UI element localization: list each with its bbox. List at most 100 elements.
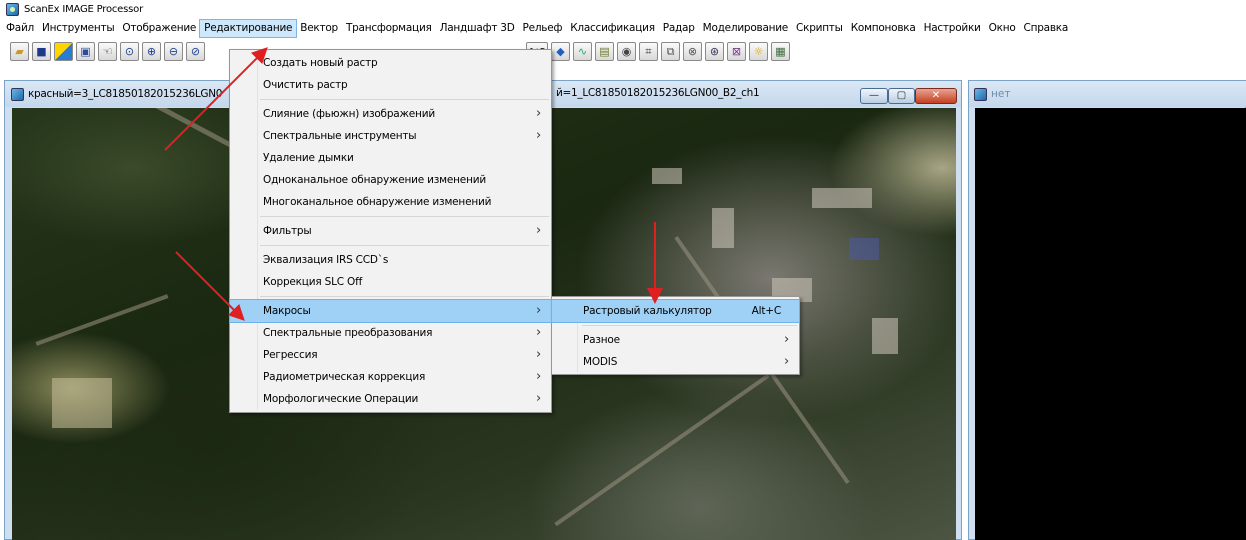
open-folder-icon[interactable]: ▰ bbox=[10, 41, 29, 61]
window-icon[interactable]: ▣ bbox=[76, 41, 95, 61]
menu-6[interactable]: Ландшафт 3D bbox=[436, 20, 519, 37]
edit-menu-item-14[interactable]: Макросы › bbox=[229, 299, 552, 323]
road-feature bbox=[554, 373, 770, 527]
scanex-logo-icon bbox=[6, 2, 19, 16]
secondary-view-canvas[interactable] bbox=[975, 108, 1246, 540]
minimize-button[interactable]: — bbox=[860, 88, 888, 104]
edit-menu-item-15[interactable]: Спектральные преобразования › bbox=[230, 322, 551, 344]
grid-icon[interactable]: ⌗ bbox=[639, 41, 658, 61]
macros-menu-item-2[interactable]: Разное › bbox=[552, 329, 799, 351]
macros-menu-item-0[interactable]: Растровый калькулятор Alt+C bbox=[551, 299, 800, 323]
chevron-right-icon: › bbox=[536, 223, 541, 238]
edit-menu-item-label: Регрессия bbox=[263, 349, 318, 361]
secondary-view-title: нет bbox=[991, 88, 1011, 100]
menu-13[interactable]: Настройки bbox=[920, 20, 985, 37]
menu-11[interactable]: Скрипты bbox=[792, 20, 847, 37]
menu-separator bbox=[260, 99, 549, 100]
shortcut-label: Alt+C bbox=[751, 305, 782, 317]
edit-menu-item-6[interactable]: Одноканальное обнаружение изменений bbox=[230, 169, 551, 191]
field-feature bbox=[52, 378, 112, 428]
edit-menu-item-label: Эквализация IRS CCD`s bbox=[263, 254, 389, 266]
menu-9[interactable]: Радар bbox=[659, 20, 699, 37]
edit-menu-item-label: Фильтры bbox=[263, 225, 312, 237]
macros-submenu: Растровый калькулятор Alt+C Разное › MODIS › bbox=[551, 296, 800, 375]
menu-0[interactable]: Файл bbox=[2, 20, 38, 37]
edit-menu-item-label: Макросы bbox=[263, 305, 311, 317]
menu-8[interactable]: Классификация bbox=[566, 20, 659, 37]
menu-separator bbox=[582, 325, 797, 326]
macros-menu-item-3[interactable]: MODIS › bbox=[552, 351, 799, 373]
edit-menu-item-label: Удаление дымки bbox=[263, 152, 354, 164]
zoom-target-icon[interactable]: ⊛ bbox=[705, 41, 724, 61]
zoom-partial-icon[interactable]: ⊘ bbox=[186, 41, 205, 61]
vector-edit-icon[interactable]: ◆ bbox=[551, 41, 570, 61]
menu-separator bbox=[260, 245, 549, 246]
spreadsheet-icon[interactable]: ▦ bbox=[771, 41, 790, 61]
menu-12[interactable]: Компоновка bbox=[847, 20, 920, 37]
menu-10[interactable]: Моделирование bbox=[699, 20, 792, 37]
profile-icon[interactable]: ∿ bbox=[573, 41, 592, 61]
secondary-view-titlebar: нет bbox=[969, 81, 1246, 107]
edit-menu-item-17[interactable]: Радиометрическая коррекция › bbox=[230, 366, 551, 388]
edit-menu-item-label: Создать новый растр bbox=[263, 57, 378, 69]
secondary-view-window: нет bbox=[968, 80, 1246, 540]
app-titlebar: ScanEx IMAGE Processor bbox=[0, 0, 1246, 18]
pan-hand-icon[interactable]: ☜ bbox=[98, 41, 117, 61]
save-icon[interactable]: ■ bbox=[32, 41, 51, 61]
edit-menu-item-3[interactable]: Слияние (фьюжн) изображений › bbox=[230, 103, 551, 125]
edit-menu-item-5[interactable]: Удаление дымки bbox=[230, 147, 551, 169]
menu-14[interactable]: Окно bbox=[985, 20, 1020, 37]
chevron-right-icon: › bbox=[536, 369, 541, 384]
edit-menu-item-12[interactable]: Коррекция SLC Off bbox=[230, 271, 551, 293]
edit-menu-item-4[interactable]: Спектральные инструменты › bbox=[230, 125, 551, 147]
object-icon[interactable]: ◉ bbox=[617, 41, 636, 61]
edit-menu-item-9[interactable]: Фильтры › bbox=[230, 220, 551, 242]
chevron-right-icon: › bbox=[536, 347, 541, 362]
layers-icon[interactable]: ⧉ bbox=[661, 41, 680, 61]
edit-menu-item-11[interactable]: Эквализация IRS CCD`s bbox=[230, 249, 551, 271]
edit-menu-item-7[interactable]: Многоканальное обнаружение изменений bbox=[230, 191, 551, 213]
menu-5[interactable]: Трансформация bbox=[342, 20, 436, 37]
edit-menu-dropdown: Создать новый растр Очистить растр Слияние… bbox=[229, 49, 552, 413]
chevron-right-icon: › bbox=[784, 332, 789, 347]
chevron-right-icon: › bbox=[536, 325, 541, 340]
menu-3[interactable]: Редактирование bbox=[199, 19, 298, 38]
close-button[interactable]: ✕ bbox=[915, 88, 957, 104]
building-feature bbox=[872, 318, 898, 354]
menu-4[interactable]: Вектор bbox=[296, 20, 342, 37]
brightness-icon[interactable]: ☼ bbox=[749, 41, 768, 61]
menubar: Файл Инструменты Отображение Редактирование… bbox=[0, 18, 1246, 39]
macros-menu-item-label: Разное bbox=[583, 334, 620, 346]
building-feature bbox=[652, 168, 682, 184]
edit-menu-item-16[interactable]: Регрессия › bbox=[230, 344, 551, 366]
macros-menu-item-label: Растровый калькулятор bbox=[583, 305, 712, 317]
menu-1[interactable]: Инструменты bbox=[38, 20, 118, 37]
table-icon[interactable]: ▤ bbox=[595, 41, 614, 61]
edit-menu-item-label: Радиометрическая коррекция bbox=[263, 371, 426, 383]
image-window-icon bbox=[11, 87, 24, 101]
menu-2[interactable]: Отображение bbox=[118, 20, 200, 37]
zoom-out-icon[interactable]: ⊖ bbox=[164, 41, 183, 61]
zoom-box-icon[interactable]: ⊠ bbox=[727, 41, 746, 61]
toolbar: ▰ ■ ▣ ☜ ⊙ ⊕ ⊖ ⊘ A+B ◆ ∿ ▤ ◉ ⌗ ⧉ ⊗ ⊛ ⊠ ☼ … bbox=[0, 39, 1246, 63]
target-icon[interactable]: ⊗ bbox=[683, 41, 702, 61]
building-feature bbox=[812, 188, 872, 208]
maximize-button[interactable]: ▢ bbox=[888, 88, 915, 104]
menu-separator bbox=[260, 216, 549, 217]
edit-menu-item-label: Слияние (фьюжн) изображений bbox=[263, 108, 435, 120]
menu-7[interactable]: Рельеф bbox=[519, 20, 567, 37]
edit-menu-item-0[interactable]: Создать новый растр bbox=[230, 52, 551, 74]
app-window: ScanEx IMAGE Processor Файл Инструменты От… bbox=[0, 0, 1246, 540]
edit-menu-item-label: Коррекция SLC Off bbox=[263, 276, 363, 288]
image-window-title-left: красный=3_LC81850182015236LGN0 bbox=[28, 88, 223, 100]
zoom-icon[interactable]: ⊙ bbox=[120, 41, 139, 61]
edit-menu-item-label: Одноканальное обнаружение изменений bbox=[263, 174, 486, 186]
edit-menu-item-label: Морфологические Операции bbox=[263, 393, 419, 405]
edit-menu-item-18[interactable]: Морфологические Операции › bbox=[230, 388, 551, 410]
zoom-in-icon[interactable]: ⊕ bbox=[142, 41, 161, 61]
palette-icon[interactable] bbox=[54, 41, 73, 61]
edit-menu-item-label: Очистить растр bbox=[263, 79, 348, 91]
menu-15[interactable]: Справка bbox=[1020, 20, 1073, 37]
chevron-right-icon: › bbox=[536, 106, 541, 121]
edit-menu-item-1[interactable]: Очистить растр bbox=[230, 74, 551, 96]
